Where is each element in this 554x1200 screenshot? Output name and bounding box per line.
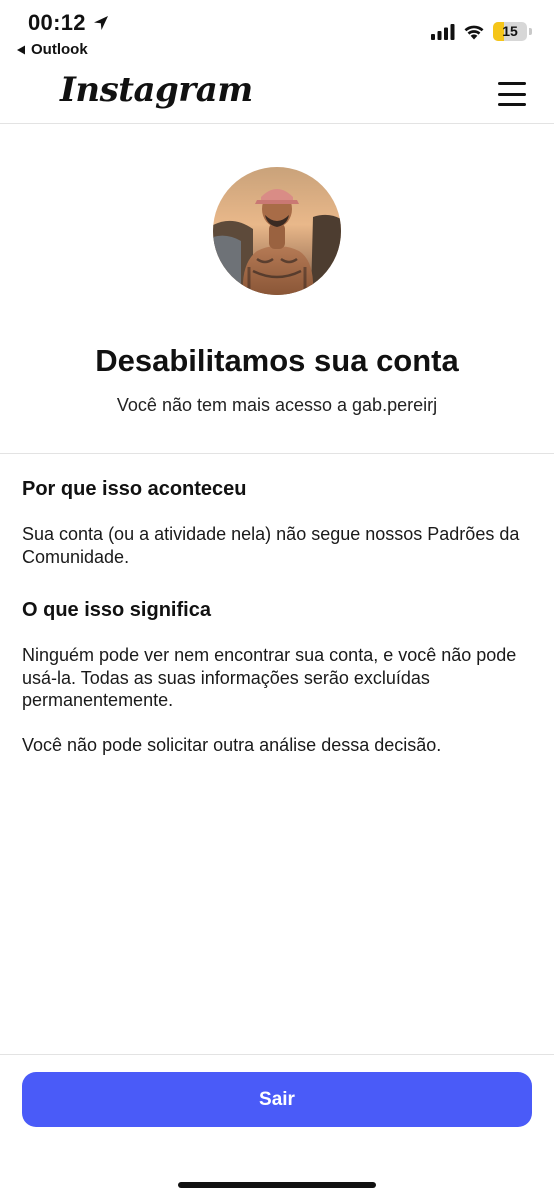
section-divider (0, 453, 554, 454)
back-app-label: Outlook (31, 41, 88, 58)
back-to-app-link[interactable]: Outlook (16, 41, 88, 58)
footer-divider (0, 1054, 554, 1055)
time-row: 00:12 (28, 10, 110, 36)
explanation-content: Por que isso aconteceu Sua conta (ou a a… (22, 478, 532, 756)
instagram-logo[interactable]: Instagram (60, 70, 253, 110)
wifi-icon (464, 25, 484, 39)
battery-tip (529, 28, 532, 35)
location-arrow-icon (93, 16, 108, 30)
logout-button[interactable]: Sair (22, 1072, 532, 1127)
home-indicator[interactable] (178, 1182, 376, 1188)
status-indicators: 15 (431, 22, 532, 41)
avatar-photo (213, 167, 341, 295)
battery-level: 15 (502, 23, 518, 39)
hamburger-menu-icon[interactable] (498, 80, 526, 108)
status-bar: 00:12 Outlook 15 (0, 0, 554, 68)
cellular-signal-icon (431, 23, 455, 40)
profile-avatar (213, 167, 341, 295)
meaning-section-text: Ninguém pode ver nem encontrar sua conta… (22, 645, 517, 710)
back-triangle-icon (17, 45, 25, 54)
page-title: Desabilitamos sua conta (95, 343, 459, 378)
account-access-message: Você não tem mais acesso a gab.pereirj (116, 395, 438, 415)
why-section-text: Sua conta (ou a atividade nela) não segu… (22, 524, 520, 567)
battery-icon: 15 (493, 22, 527, 41)
menu-line (498, 103, 526, 106)
menu-line (498, 82, 526, 85)
menu-line (498, 92, 526, 96)
review-unavailable-text: Você não pode solicitar outra análise de… (22, 734, 442, 755)
app-header: Instagram (0, 68, 554, 124)
why-section-title: Por que isso aconteceu (22, 478, 247, 500)
meaning-section-title: O que isso significa (22, 599, 211, 621)
status-time: 00:12 (28, 10, 86, 35)
